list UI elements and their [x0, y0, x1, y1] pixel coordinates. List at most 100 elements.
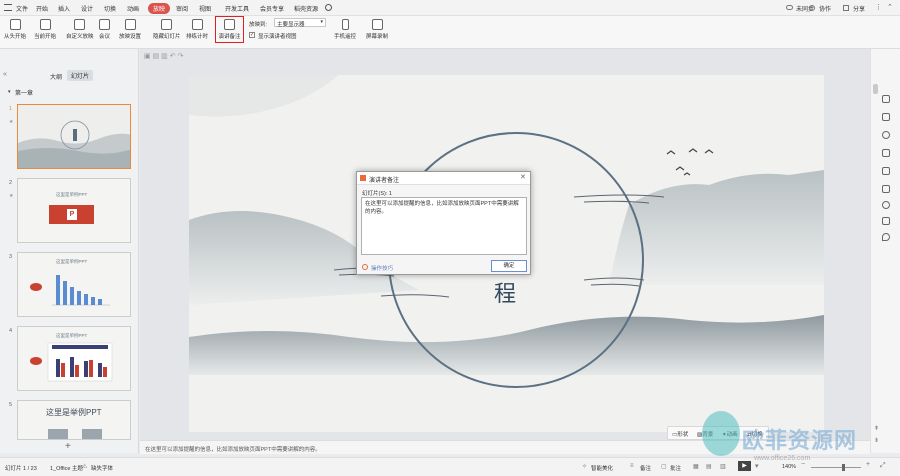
cloud-icon[interactable]	[786, 5, 793, 10]
undo-icon[interactable]: ↶	[170, 53, 176, 60]
star-icon[interactable]	[882, 131, 890, 139]
menu-show[interactable]: 放映	[148, 3, 171, 14]
zoom-level[interactable]: 140%	[782, 464, 796, 470]
tab-slides[interactable]: 幻灯片	[67, 70, 94, 81]
close-icon[interactable]: ✕	[520, 173, 526, 181]
meeting-label: 会议	[99, 34, 111, 40]
redo-icon[interactable]: ↷	[178, 53, 184, 60]
from-current-label: 当前开始	[34, 34, 57, 40]
collab-label[interactable]: 协作	[819, 4, 831, 13]
normal-view-icon[interactable]: ▦	[693, 463, 699, 470]
menu-home[interactable]: 开始	[36, 4, 48, 13]
notes-text[interactable]: 在这里可以添加提醒的信息，比如添加放映页面PPT中需要讲解的内容。	[145, 445, 321, 453]
zoom-slider-thumb[interactable]	[842, 464, 845, 471]
save-icon[interactable]: ▣	[144, 53, 151, 60]
search-icon[interactable]	[325, 4, 332, 11]
menu-animation[interactable]: 动画	[127, 4, 139, 13]
shape-button[interactable]: ▭形状	[672, 430, 688, 438]
sorter-view-icon[interactable]: ▤	[706, 463, 712, 470]
menu-resources[interactable]: 稻壳资源	[294, 4, 318, 13]
slide-number: 2	[9, 180, 13, 186]
notes-icon: ≡	[630, 463, 634, 469]
rehearse-button[interactable]: 排练计时	[186, 19, 208, 40]
share-icon[interactable]	[882, 217, 890, 225]
presenter-view-checkbox[interactable]: ✓	[249, 32, 255, 38]
scroll-up-icon[interactable]: ⇞	[874, 425, 879, 432]
notes-textarea[interactable]: 在这里可以添加提醒的信息，比如添加放映页面PPT中需要讲解的内容。	[361, 197, 527, 255]
ok-button[interactable]: 确定	[491, 260, 527, 272]
collab-icon[interactable]	[809, 5, 815, 11]
print-icon[interactable]: ▤	[153, 53, 160, 60]
comment-button[interactable]: 批注	[670, 464, 681, 472]
phone-icon	[341, 19, 349, 30]
zoom-out-icon[interactable]: −	[801, 461, 805, 468]
export-icon[interactable]: ▥	[161, 53, 168, 60]
beautify-icon: ✧	[582, 464, 588, 470]
slide-thumb-2[interactable]: 这里是单例PPT P	[17, 178, 131, 243]
tips-link[interactable]: 操作技巧	[371, 264, 393, 272]
copy-icon[interactable]	[882, 149, 890, 157]
comment-icon: ▢	[661, 464, 667, 470]
hide-slide-button[interactable]: 隐藏幻灯片	[153, 19, 181, 40]
format-icon[interactable]	[882, 113, 890, 121]
zoom-in-icon[interactable]: +	[866, 461, 870, 468]
slide-thumb-5[interactable]: 这里是举例PPT	[17, 400, 131, 440]
from-start-button[interactable]: 从头开始	[4, 19, 26, 40]
play-icon	[9, 19, 21, 30]
display-select[interactable]: 主要显示器 ▾	[274, 18, 326, 28]
layers-icon[interactable]	[882, 167, 890, 175]
settings-icon	[124, 19, 136, 30]
smart-beautify-button[interactable]: 智能美化	[591, 464, 613, 472]
show-on-label: 放映到:	[249, 22, 268, 28]
slide-thumb-1[interactable]	[17, 104, 131, 169]
more-icon[interactable]: ⋮	[875, 3, 882, 11]
custom-show-button[interactable]: 自定义放映	[66, 19, 94, 40]
presenter-notes-button[interactable]: 演讲备注	[215, 16, 244, 43]
from-current-button[interactable]: 当前开始	[34, 19, 56, 40]
menu-view[interactable]: 视图	[199, 4, 211, 13]
share-label[interactable]: 分享	[853, 4, 865, 13]
dropdown-icon[interactable]: ▾	[755, 462, 759, 470]
section-toggle-icon[interactable]: ▾	[8, 89, 11, 95]
menu-transition[interactable]: 切换	[104, 4, 116, 13]
missing-font-button[interactable]: 缺失字体	[91, 464, 113, 472]
theme-name: 1_Office 主题	[50, 466, 83, 472]
menu-design[interactable]: 设计	[81, 4, 93, 13]
hide-slide-label: 隐藏幻灯片	[153, 34, 181, 40]
notes-toggle-button[interactable]: 备注	[640, 464, 651, 472]
collapse-panel-icon[interactable]: «	[3, 71, 7, 78]
collapse-icon[interactable]: ⌃	[887, 3, 893, 11]
settings-icon[interactable]	[882, 185, 890, 193]
fit-window-icon[interactable]: ⤢	[880, 462, 886, 470]
menu-member[interactable]: 会员专享	[260, 4, 284, 13]
menu-devtools[interactable]: 开发工具	[225, 4, 249, 13]
reading-view-icon[interactable]: ▥	[720, 463, 726, 470]
zoom-slider[interactable]	[811, 467, 861, 468]
ppt-logo-icon: P	[49, 205, 94, 224]
slide-title-char: 程	[494, 282, 517, 307]
show-settings-button[interactable]: 放映设置	[119, 19, 141, 40]
custom-show-icon	[74, 19, 86, 30]
menu-file[interactable]: 文件	[16, 4, 28, 13]
menu-icon[interactable]	[4, 4, 12, 11]
play-icon[interactable]: ▶	[738, 461, 751, 471]
screen-record-button[interactable]: 屏幕录制	[366, 19, 388, 40]
vertical-scrollbar[interactable]	[873, 84, 878, 94]
help-icon[interactable]	[882, 201, 890, 209]
location-icon[interactable]	[882, 233, 890, 241]
screen-record-label: 屏幕录制	[366, 34, 389, 40]
tab-outline[interactable]: 大纲	[50, 72, 62, 81]
menu-review[interactable]: 审阅	[176, 4, 188, 13]
thumb-5-image	[82, 429, 102, 439]
slide-thumb-3[interactable]: 这里是单例PPT	[17, 252, 131, 317]
meeting-button[interactable]: 会议	[99, 19, 110, 40]
phone-remote-button[interactable]: 手机遥控	[334, 19, 356, 40]
add-slide-icon[interactable]: +	[65, 441, 71, 452]
edit-icon[interactable]	[882, 95, 890, 103]
display-select-value: 主要显示器	[277, 22, 305, 28]
scroll-down-icon[interactable]: ⇟	[874, 437, 879, 444]
menu-insert[interactable]: 插入	[58, 4, 70, 13]
slide-thumb-4[interactable]: 这里是单例PPT	[17, 326, 131, 391]
quick-toolbar: ▣ ▤ ▥ ↶ ↷	[144, 52, 183, 60]
share-icon[interactable]	[843, 5, 849, 11]
